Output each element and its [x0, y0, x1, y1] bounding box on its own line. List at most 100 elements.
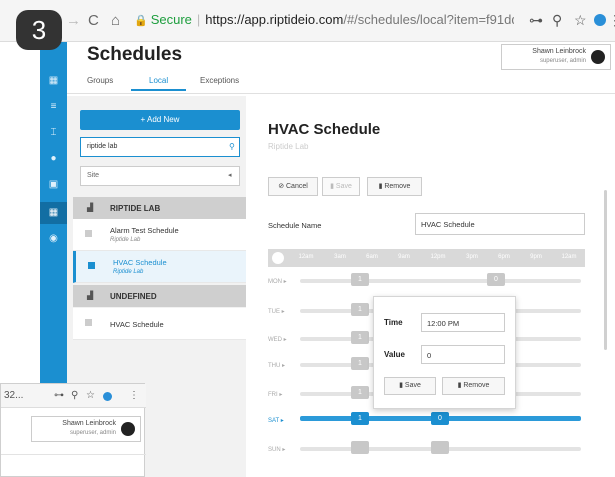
save-button[interactable]: ▮ Save [322, 177, 360, 196]
day-label-fri[interactable]: FRI ▸ [268, 391, 282, 398]
schedule-icon [88, 262, 95, 269]
search-icon[interactable]: ⚲ [229, 142, 235, 151]
schedule-name-label: Schedule Name [268, 221, 322, 230]
avatar [121, 422, 135, 436]
avatar [591, 50, 605, 64]
schedule-icon [85, 230, 92, 237]
group-label: RIPTIDE LAB [110, 204, 161, 213]
schedule-name: Alarm Test Schedule [110, 226, 179, 235]
zoom-icon[interactable]: ⚲ [552, 12, 562, 29]
clock-icon [272, 252, 284, 264]
schedule-name-input[interactable]: HVAC Schedule [415, 213, 585, 235]
zoom-icon[interactable]: ⚲ [71, 390, 78, 401]
day-label-wed[interactable]: WED ▸ [268, 336, 287, 343]
tab-exceptions[interactable]: Exceptions [200, 76, 239, 85]
dashboard-icon[interactable]: ▦ [40, 70, 67, 92]
time-tick: 9am [398, 254, 410, 260]
url-host: https://app.riptideio.com [205, 12, 344, 27]
list-item[interactable]: Alarm Test Schedule Riptide Lab [73, 219, 246, 251]
time-tick: 3pm [466, 254, 478, 260]
schedule-point-selected[interactable]: 0 [431, 412, 449, 425]
divider [1, 454, 146, 455]
time-input[interactable]: 12:00 PM [421, 313, 505, 332]
scrollbar[interactable] [604, 190, 607, 350]
chevron-left-icon[interactable]: ◂ [228, 171, 232, 179]
inset-toolbar: 32... ⊶ ⚲ ☆ ⋮ [1, 384, 146, 408]
time-tick: 12am [298, 254, 314, 260]
browser-toolbar: → C ⌂ 🔒 Secure | https://app.riptideio.com/… [0, 0, 615, 42]
schedule-point[interactable]: 1 [351, 331, 369, 344]
schedule-point[interactable]: 1 [351, 303, 369, 316]
schedule-name: HVAC Schedule [113, 258, 167, 267]
chart-icon[interactable]: ⌶ [40, 122, 67, 144]
time-tick: 6pm [498, 254, 510, 260]
bookmark-star-icon[interactable]: ☆ [574, 12, 587, 29]
add-new-button[interactable]: + Add New [80, 110, 240, 130]
document-icon[interactable]: ▣ [40, 174, 67, 196]
extension-icon[interactable] [103, 392, 112, 401]
bookmark-star-icon[interactable]: ☆ [86, 390, 95, 401]
url-path: /#/schedules/local?item=f91dd32... [343, 12, 514, 27]
forward-icon[interactable]: → [66, 12, 81, 29]
browser-menu-icon[interactable]: ⋮ [608, 12, 615, 29]
site-select[interactable]: Site [80, 166, 240, 186]
schedule-point[interactable]: 1 [351, 357, 369, 370]
inset-browser-window: 32... ⊶ ⚲ ☆ ⋮ Shawn Leinbrock superuser,… [0, 383, 146, 477]
time-tick: 9pm [530, 254, 542, 260]
tab-groups[interactable]: Groups [87, 76, 113, 85]
day-label-mon[interactable]: MON ▸ [268, 278, 287, 285]
time-tick: 12am [561, 254, 577, 260]
inset-user-menu[interactable]: Shawn Leinbrock superuser, admin [31, 416, 141, 442]
inset-url[interactable]: 32... [4, 390, 23, 401]
group-header-riptide-lab[interactable]: ▟ RIPTIDE LAB [73, 197, 246, 219]
popover-remove-button[interactable]: ▮ Remove [442, 377, 505, 395]
day-label-tue[interactable]: TUE ▸ [268, 308, 285, 315]
alarm-icon[interactable]: ● [40, 148, 67, 170]
schedule-point[interactable]: 1 [351, 386, 369, 399]
schedule-subtitle: Riptide Lab [268, 142, 309, 151]
schedule-point[interactable]: 0 [487, 273, 505, 286]
list-item[interactable]: HVAC Schedule [73, 308, 246, 340]
step-number-badge: 3 [16, 10, 62, 50]
reload-icon[interactable]: C [88, 12, 99, 29]
address-bar[interactable]: 🔒 Secure | https://app.riptideio.com/#/sche… [134, 12, 514, 32]
key-icon[interactable]: ⊶ [529, 12, 543, 29]
day-track-mon[interactable] [300, 279, 581, 283]
time-tick: 6am [366, 254, 378, 260]
user-menu[interactable]: Shawn Leinbrock superuser, admin [501, 44, 611, 70]
schedules-icon[interactable]: ▦ [40, 202, 67, 224]
tab-bar: Groups Local Exceptions [67, 72, 615, 94]
list-item-selected[interactable]: HVAC Schedule Riptide Lab [73, 251, 246, 283]
list-icon[interactable]: ≡ [40, 96, 67, 118]
day-label-sat[interactable]: SAT ▸ [268, 417, 284, 424]
remove-button[interactable]: ▮ Remove [367, 177, 422, 196]
group-header-undefined[interactable]: ▟ UNDEFINED [73, 285, 246, 307]
cancel-button[interactable]: ⊘ Cancel [268, 177, 318, 196]
schedule-point[interactable]: 1 [351, 412, 369, 425]
time-tick: 3am [334, 254, 346, 260]
schedule-icon [85, 319, 92, 326]
time-label: Time [384, 318, 403, 327]
user-role: superuser, admin [539, 58, 586, 64]
page-title: Schedules [87, 44, 183, 65]
tab-local[interactable]: Local [130, 76, 187, 91]
extension-icon[interactable] [594, 14, 606, 26]
popover-save-button[interactable]: ▮ Save [384, 377, 436, 395]
group-label: UNDEFINED [110, 292, 157, 301]
browser-menu-icon[interactable]: ⋮ [129, 390, 139, 401]
day-label-thu[interactable]: THU ▸ [268, 362, 285, 369]
schedule-point[interactable] [431, 441, 449, 454]
user-circle-icon[interactable]: ◉ [40, 228, 67, 250]
day-label-sun[interactable]: SUN ▸ [268, 446, 285, 453]
schedule-point[interactable]: 1 [351, 273, 369, 286]
user-role: superuser, admin [69, 430, 116, 436]
schedule-site: Riptide Lab [113, 269, 144, 275]
schedule-point[interactable] [351, 441, 369, 454]
lock-icon: 🔒 [134, 15, 148, 27]
key-icon[interactable]: ⊶ [54, 390, 64, 401]
schedule-point-popover: Time 12:00 PM Value 0 ▮ Save ▮ Remove [373, 296, 516, 409]
value-input[interactable]: 0 [421, 345, 505, 364]
schedule-name: HVAC Schedule [110, 320, 164, 329]
home-icon[interactable]: ⌂ [111, 12, 120, 29]
search-input[interactable]: riptide lab [80, 137, 240, 157]
